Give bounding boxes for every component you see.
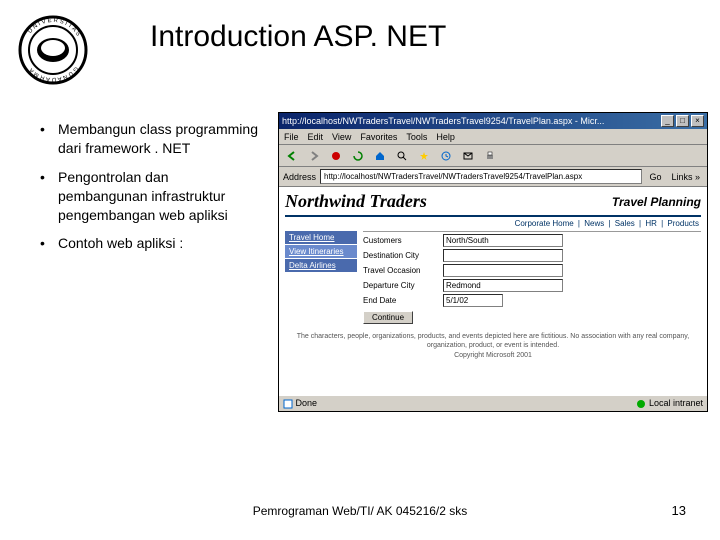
travel-form: CustomersNorth/South Destination City Tr… (363, 231, 701, 324)
minimize-button[interactable]: _ (661, 115, 674, 127)
browser-window: http://localhost/NWTradersTravel/NWTrade… (278, 112, 708, 412)
home-button[interactable] (371, 147, 389, 165)
links-button[interactable]: Links » (668, 172, 703, 182)
favorites-icon[interactable] (415, 147, 433, 165)
window-title: http://localhost/NWTradersTravel/NWTrade… (282, 116, 604, 126)
sidebar-item-delta[interactable]: Delta Airlines (285, 259, 357, 272)
disclaimer-text: The characters, people, organizations, p… (285, 332, 701, 350)
status-zone: Local intranet (636, 398, 703, 409)
refresh-button[interactable] (349, 147, 367, 165)
slide-title: Introduction ASP. NET (150, 20, 446, 54)
forward-button[interactable] (305, 147, 323, 165)
bullet-text: Membangun class programming dari framewo… (58, 120, 260, 158)
sidebar-item-travel-home[interactable]: Travel Home (285, 231, 357, 244)
status-done: Done (283, 398, 317, 409)
copyright-text: Copyright Microsoft 2001 (285, 352, 701, 359)
departure-label: Departure City (363, 281, 443, 290)
list-item: •Membangun class programming dari framew… (40, 120, 260, 158)
mail-icon[interactable] (459, 147, 477, 165)
bullet-list: •Membangun class programming dari framew… (40, 120, 260, 263)
customers-select[interactable]: North/South (443, 234, 563, 247)
toolbar (279, 145, 707, 167)
window-titlebar: http://localhost/NWTradersTravel/NWTrade… (279, 113, 707, 129)
nav-sales[interactable]: Sales (615, 219, 635, 228)
menu-favorites[interactable]: Favorites (360, 132, 397, 142)
nav-hr[interactable]: HR (645, 219, 657, 228)
occasion-label: Travel Occasion (363, 266, 443, 275)
print-icon[interactable] (481, 147, 499, 165)
nav-news[interactable]: News (584, 219, 604, 228)
menu-edit[interactable]: Edit (308, 132, 324, 142)
slide-footer: Pemrograman Web/TI/ AK 045216/2 sks (0, 504, 720, 518)
university-logo: U N I V E R S I T A S G U N A D A R M A (18, 15, 88, 85)
history-icon[interactable] (437, 147, 455, 165)
destination-input[interactable] (443, 249, 563, 262)
address-input[interactable]: http://localhost/NWTradersTravel/NWTrade… (320, 169, 642, 184)
bullet-text: Pengontrolan dan pembangunan infrastrukt… (58, 168, 260, 225)
page-number: 13 (672, 503, 686, 518)
destination-label: Destination City (363, 251, 443, 260)
sidebar: Travel Home View Itineraries Delta Airli… (285, 231, 357, 324)
page-content: Northwind Traders Travel Planning Corpor… (279, 187, 707, 395)
menu-tools[interactable]: Tools (406, 132, 427, 142)
nav-corporate-home[interactable]: Corporate Home (515, 219, 574, 228)
menu-view[interactable]: View (332, 132, 351, 142)
occasion-select[interactable] (443, 264, 563, 277)
stop-button[interactable] (327, 147, 345, 165)
top-nav: Corporate Home | News | Sales | HR | Pro… (285, 219, 701, 228)
customers-label: Customers (363, 236, 443, 245)
maximize-button[interactable]: □ (676, 115, 689, 127)
end-date-label: End Date (363, 296, 443, 305)
list-item: •Contoh web apliksi : (40, 234, 260, 253)
status-text: Done (296, 398, 318, 408)
go-button[interactable]: Go (646, 172, 664, 182)
menu-file[interactable]: File (284, 132, 299, 142)
end-date-input[interactable]: 5/1/02 (443, 294, 503, 307)
zone-text: Local intranet (649, 398, 703, 408)
address-bar: Address http://localhost/NWTradersTravel… (279, 167, 707, 187)
status-bar: Done Local intranet (279, 395, 707, 411)
continue-button[interactable]: Continue (363, 311, 413, 324)
page-heading: Travel Planning (612, 195, 701, 209)
menu-bar: File Edit View Favorites Tools Help (279, 129, 707, 145)
sidebar-item-view-itineraries[interactable]: View Itineraries (285, 245, 357, 258)
address-label: Address (283, 172, 316, 182)
brand-logo: Northwind Traders (285, 191, 427, 212)
nav-products[interactable]: Products (667, 219, 699, 228)
menu-help[interactable]: Help (436, 132, 455, 142)
back-button[interactable] (283, 147, 301, 165)
departure-input[interactable]: Redmond (443, 279, 563, 292)
list-item: •Pengontrolan dan pembangunan infrastruk… (40, 168, 260, 225)
search-icon[interactable] (393, 147, 411, 165)
bullet-text: Contoh web apliksi : (58, 234, 260, 253)
close-button[interactable]: × (691, 115, 704, 127)
